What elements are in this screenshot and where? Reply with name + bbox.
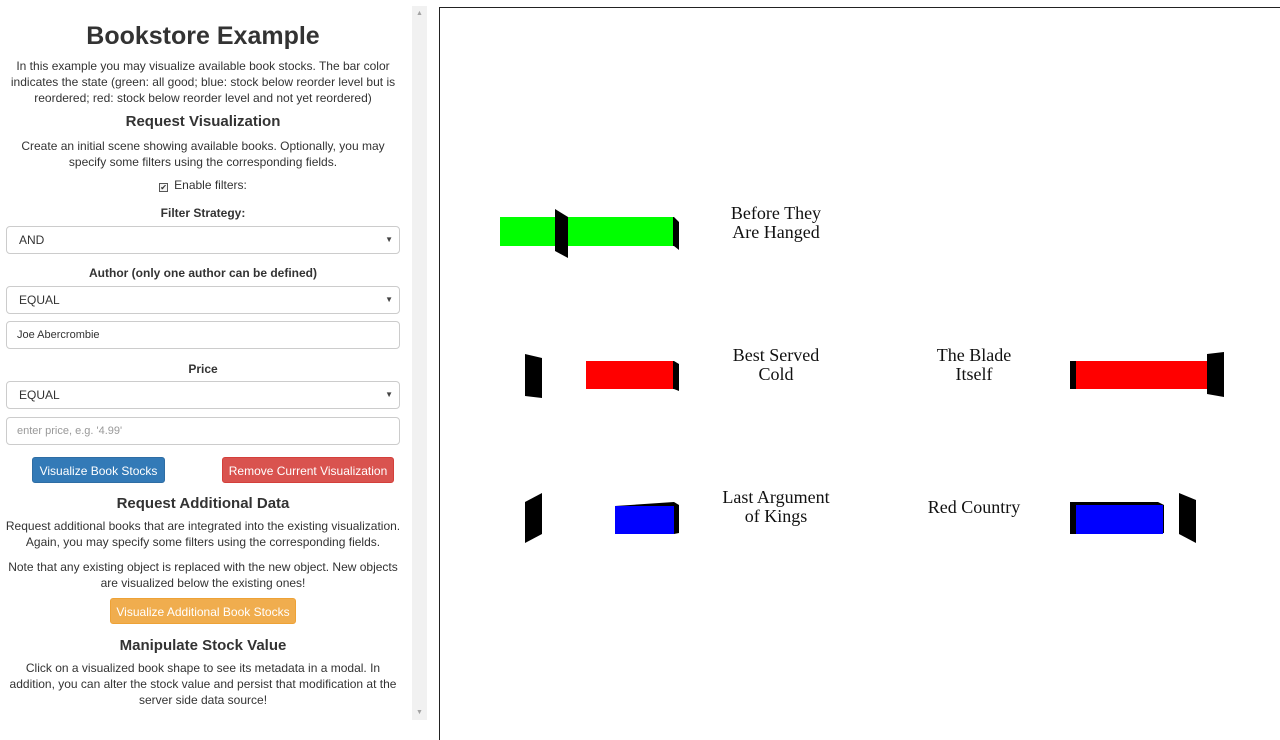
chevron-down-icon: ▼ — [385, 295, 393, 304]
book-label-best-served-cold[interactable]: Best Served Cold — [706, 346, 846, 384]
book-title-line: of Kings — [744, 506, 808, 526]
reorder-marker — [555, 209, 568, 258]
additional-data-text: Request additional books that are integr… — [5, 519, 401, 549]
request-visualization-heading: Request Visualization — [125, 113, 281, 130]
page-title: Bookstore Example — [86, 22, 320, 50]
book-label-before-they-are-hanged[interactable]: Before They Are Hanged — [706, 204, 846, 242]
book-label-red-country[interactable]: Red Country — [904, 498, 1044, 517]
scroll-down-icon[interactable]: ▼ — [412, 709, 427, 716]
manipulate-stock-heading: Manipulate Stock Value — [119, 637, 287, 654]
book-shape-red-country[interactable] — [1070, 493, 1196, 543]
book-title-line: Cold — [758, 364, 794, 384]
book-title-line: Last Argument — [722, 487, 830, 507]
control-panel: Bookstore Example In this example you ma… — [0, 0, 408, 740]
reorder-marker — [525, 493, 542, 543]
price-operator-value: EQUAL — [19, 388, 60, 402]
chevron-down-icon: ▼ — [385, 235, 393, 244]
stock-bar — [1076, 361, 1221, 389]
filter-strategy-label: Filter Strategy: — [160, 206, 246, 220]
scroll-up-icon[interactable]: ▲ — [412, 10, 427, 17]
visualize-additional-button[interactable]: Visualize Additional Book Stocks — [110, 598, 296, 624]
stock-bar — [586, 361, 673, 389]
scene-canvas[interactable] — [440, 8, 1280, 740]
scrollbar[interactable]: ▲ ▼ — [412, 6, 427, 720]
filter-strategy-select[interactable]: AND ▼ — [6, 226, 400, 254]
reorder-marker — [1207, 352, 1224, 397]
author-input[interactable]: Joe Abercrombie — [6, 321, 400, 349]
book-label-the-blade-itself[interactable]: The Blade Itself — [904, 346, 1044, 384]
chevron-down-icon: ▼ — [385, 390, 393, 399]
book-title-line: Before They — [730, 203, 822, 223]
intro-text: In this example you may visualize availa… — [10, 59, 396, 105]
book-title-line: Itself — [955, 364, 993, 384]
checkbox-checked-icon[interactable]: ✔ — [159, 183, 169, 192]
book-label-last-argument-of-kings[interactable]: Last Argument of Kings — [706, 488, 846, 526]
stock-bar — [1076, 505, 1163, 534]
remove-visualization-button[interactable]: Remove Current Visualization — [222, 457, 394, 483]
enable-filters-label: Enable filters: — [174, 178, 247, 192]
author-operator-select[interactable]: EQUAL ▼ — [6, 286, 400, 314]
replacement-note-text: Note that any existing object is replace… — [8, 560, 398, 590]
request-visualization-text: Create an initial scene showing availabl… — [21, 139, 385, 169]
stock-bar — [615, 506, 674, 534]
author-label: Author (only one author can be defined) — [89, 266, 317, 280]
additional-data-heading: Request Additional Data — [116, 495, 290, 512]
reorder-marker — [525, 354, 542, 398]
visualize-book-stocks-button[interactable]: Visualize Book Stocks — [32, 457, 165, 483]
reorder-marker — [1179, 493, 1196, 543]
book-visualization-scene[interactable]: Before They Are Hanged Best Served Cold … — [439, 7, 1280, 740]
price-label: Price — [188, 362, 218, 376]
book-title-line: Red Country — [927, 497, 1021, 517]
book-shape-before-they-are-hanged[interactable] — [500, 209, 679, 258]
author-operator-value: EQUAL — [19, 293, 60, 307]
book-shape-the-blade-itself[interactable] — [1070, 352, 1224, 397]
book-title-line: The Blade — [936, 345, 1012, 365]
enable-filters-row[interactable]: ✔ Enable filters: — [0, 178, 406, 192]
filter-strategy-value: AND — [19, 233, 45, 247]
price-input[interactable]: enter price, e.g. '4.99' — [6, 417, 400, 445]
manipulate-stock-text: Click on a visualized book shape to see … — [9, 661, 397, 707]
book-title-line: Are Hanged — [732, 222, 820, 242]
book-title-line: Best Served — [732, 345, 820, 365]
price-operator-select[interactable]: EQUAL ▼ — [6, 381, 400, 409]
stock-bar — [500, 217, 673, 246]
book-shape-last-argument-of-kings[interactable] — [525, 493, 679, 543]
book-shape-best-served-cold[interactable] — [525, 354, 679, 398]
